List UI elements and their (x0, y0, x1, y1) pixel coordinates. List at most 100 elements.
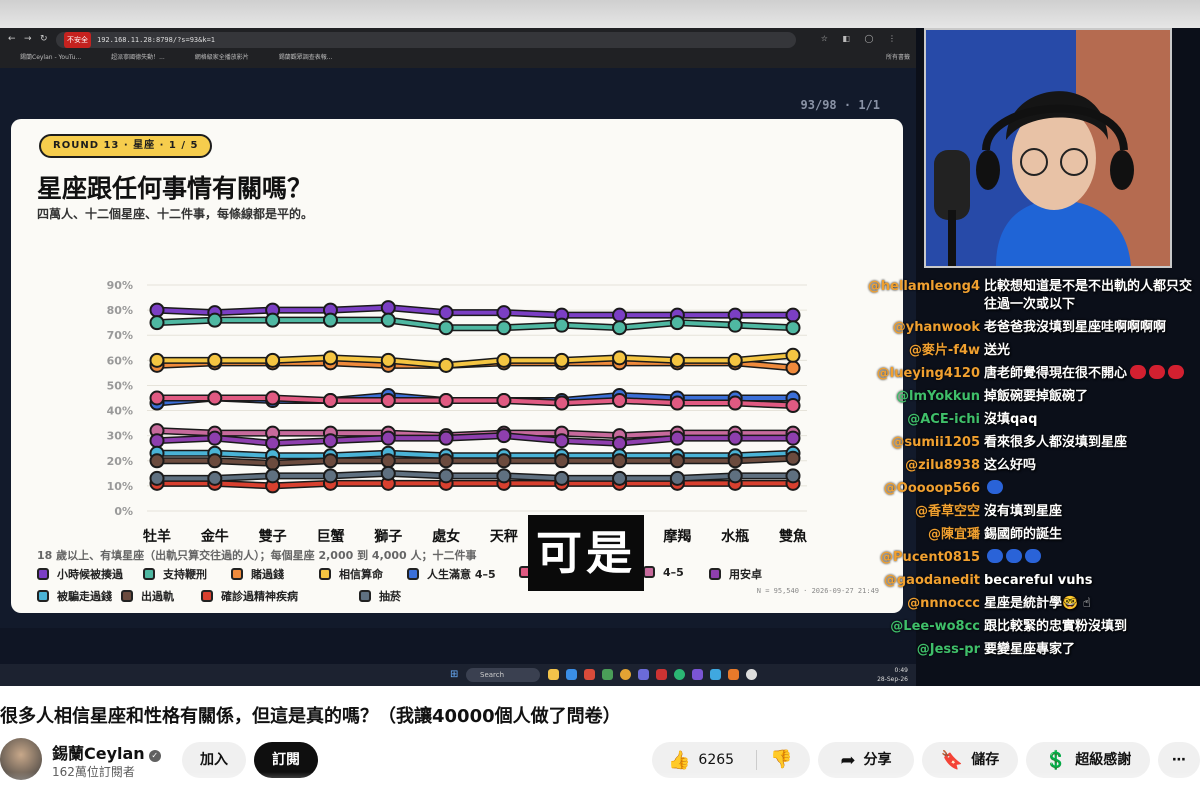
chat-username[interactable]: @Ooooop566 (848, 480, 984, 498)
chat-message: @zilu8938 这么好吗 (848, 457, 1200, 475)
legend-label: 被騙走過錢 (57, 590, 112, 603)
taskbar-search[interactable]: Search (466, 668, 540, 682)
legend-label: 相信算命 (339, 568, 383, 581)
x-tick-label: 牡羊 (143, 528, 171, 545)
chat-message: @nnnoccc 星座是統計學🤓 ☝ (848, 595, 1200, 613)
legend-item: 賭過錢 (231, 566, 284, 582)
legend-swatch (37, 568, 49, 580)
emote-icon (1130, 365, 1147, 379)
data-point (612, 453, 628, 469)
data-point (149, 352, 165, 368)
back-icon[interactable]: ← (8, 34, 16, 44)
chat-username[interactable]: @zilu8938 (848, 457, 984, 475)
legend-item: 相信算命 (319, 566, 383, 582)
chat-username[interactable]: @ACE-ichi (848, 411, 984, 429)
store-icon[interactable] (566, 669, 577, 680)
reload-icon[interactable]: ↻ (40, 34, 48, 44)
data-point (380, 430, 396, 446)
folder-icon[interactable] (548, 669, 559, 680)
chrome-icon[interactable] (746, 669, 757, 680)
verified-icon: ✓ (148, 750, 161, 762)
shared-screen: ← → ↻ 不安全 192.168.11.28:8798/?s=93&k=1 ☆ … (0, 28, 916, 686)
video-player[interactable]: ← → ↻ 不安全 192.168.11.28:8798/?s=93&k=1 ☆ … (0, 28, 1200, 686)
data-point (785, 347, 801, 363)
data-point (669, 395, 685, 411)
data-point (322, 468, 338, 484)
chat-text: 掉飯碗要掉飯碗了 (984, 389, 1089, 404)
chat-text: 星座是統計學🤓 ☝ (984, 596, 1091, 611)
bookmark-item[interactable]: 錫蘭Ceylan - YouTu... (20, 54, 81, 61)
data-point (380, 300, 396, 316)
data-point (149, 470, 165, 486)
x-tick-label: 天秤 (490, 528, 518, 545)
chat-text (984, 549, 1200, 567)
chat-message: @yhanwook 老爸爸我沒填到星座哇啊啊啊啊 (848, 319, 1200, 337)
chat-username[interactable]: @lueying4120 (848, 365, 984, 383)
data-point (496, 468, 512, 484)
slide: ROUND 13 · 星座 · 1 / 5 星座跟任何事情有關嗎？ 四萬人、十二… (11, 119, 903, 613)
chat-username[interactable]: @nnnoccc (848, 595, 984, 613)
data-point (322, 312, 338, 328)
data-point (496, 453, 512, 469)
y-tick-label: 70% (107, 329, 133, 342)
browser-toolbar-icons[interactable]: ☆ ◧ ◯ ⋮ (821, 34, 902, 43)
chat-text: 看來很多人都沒填到星座 (984, 435, 1128, 450)
data-point (669, 453, 685, 469)
legend-swatch (709, 568, 721, 580)
app-icon[interactable] (602, 669, 613, 680)
y-tick-label: 0% (114, 505, 133, 518)
channel-name[interactable]: 錫蘭Ceylan ✓ (52, 740, 161, 764)
all-bookmarks-link[interactable]: 所有書籤 (886, 52, 910, 61)
data-point (207, 312, 223, 328)
app-icon[interactable] (638, 669, 649, 680)
data-point (149, 453, 165, 469)
chat-username[interactable]: @yhanwook (848, 319, 984, 337)
chat-text: 这么好吗 (984, 458, 1037, 473)
chat-username[interactable]: @sumii1205 (848, 434, 984, 452)
app-icon[interactable] (584, 669, 595, 680)
data-point (496, 393, 512, 409)
data-point (612, 320, 628, 336)
system-clock: 0:49 28-Sep-26 (877, 666, 908, 684)
legend-swatch (643, 566, 655, 578)
data-point (207, 390, 223, 406)
forward-icon[interactable]: → (24, 34, 32, 44)
chat-username[interactable]: @Pucent0815 (848, 549, 984, 567)
chat-username[interactable]: @hellamleong4 (848, 278, 984, 314)
chat-username[interactable]: @陳宜璠 (848, 526, 984, 544)
chat-username[interactable]: @lmYokkun (848, 388, 984, 406)
app-icon[interactable] (728, 669, 739, 680)
data-point (727, 468, 743, 484)
save-label: 儲存 (971, 752, 1000, 768)
chat-username[interactable]: @香草空空 (848, 503, 984, 521)
x-tick-label: 雙子 (259, 528, 287, 545)
chat-username[interactable]: @麥片-f4w (848, 342, 984, 360)
windows-start-icon[interactable]: ⊞ (450, 669, 458, 680)
y-tick-label: 60% (107, 354, 133, 367)
address-bar[interactable]: 不安全 192.168.11.28:8798/?s=93&k=1 (56, 32, 796, 48)
share-label: 分享 (863, 752, 892, 768)
app-icon[interactable] (710, 669, 721, 680)
data-point (612, 470, 628, 486)
chat-username[interactable]: @Jess-pr (848, 641, 984, 659)
legend-swatch (407, 568, 419, 580)
legend-item: 出過軌 (121, 588, 174, 604)
divider (756, 750, 757, 770)
x-tick-label: 水瓶 (721, 528, 749, 545)
x-tick-label: 金牛 (200, 528, 229, 545)
emote-icon (1006, 549, 1022, 563)
chrome-icon[interactable] (620, 669, 631, 680)
chat-message: @lmYokkun 掉飯碗要掉飯碗了 (848, 388, 1200, 406)
discord-icon[interactable] (692, 669, 703, 680)
chat-message: @香草空空 沒有填到星座 (848, 503, 1200, 521)
chat-username[interactable]: @Lee-wo8cc (848, 618, 984, 636)
bookmark-item[interactable]: 網格級家全播放影片 (195, 54, 249, 61)
chat-text: 沒填qaq (984, 412, 1038, 427)
chat-message: @ACE-ichi 沒填qaq (848, 411, 1200, 429)
bookmark-item[interactable]: 超派寧國德失動！... (111, 54, 165, 61)
bookmark-item[interactable]: 錫蘭觀眾調查表報... (279, 54, 333, 61)
chat-username[interactable]: @gaodanedit (848, 572, 984, 590)
spotify-icon[interactable] (674, 669, 685, 680)
chat-message: @Jess-pr 要變星座專家了 (848, 641, 1200, 659)
app-icon[interactable] (656, 669, 667, 680)
